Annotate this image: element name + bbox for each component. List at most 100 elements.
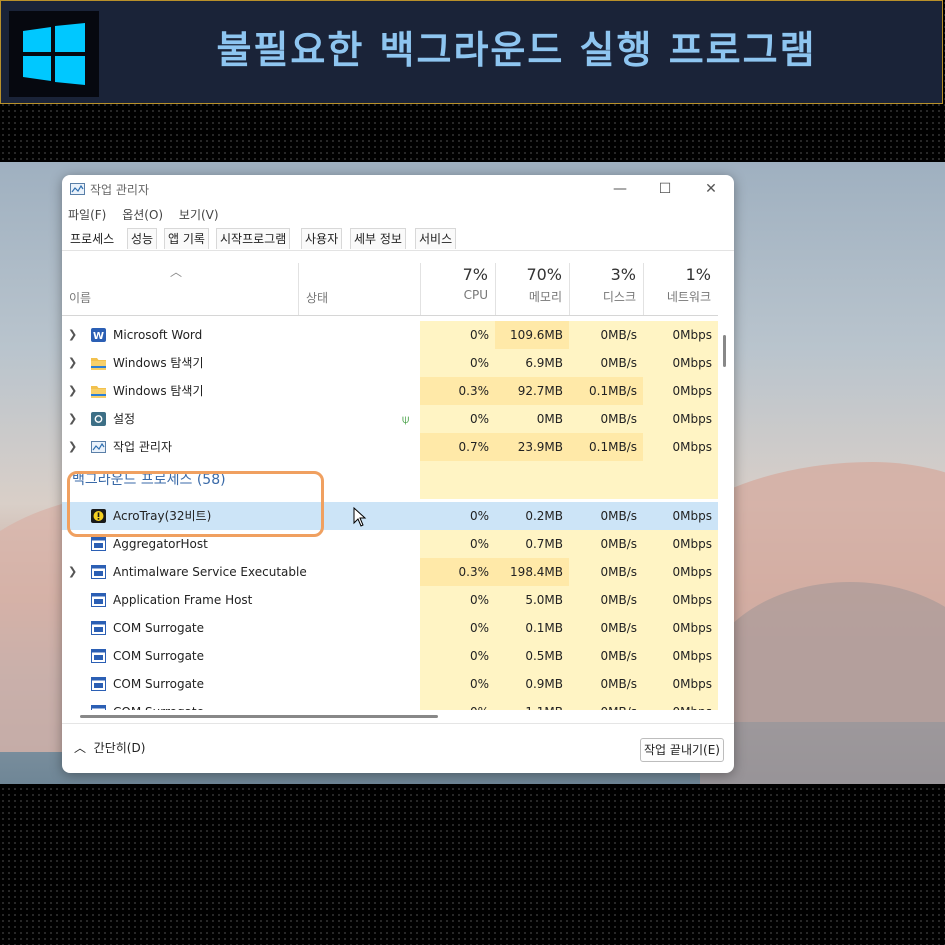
memory-value: 0.5MB (495, 642, 569, 670)
svg-text:W: W (93, 331, 104, 342)
cpu-value: 0% (420, 321, 495, 349)
minimize-button[interactable]: — (597, 178, 643, 200)
column-name[interactable]: 이름 (69, 289, 91, 306)
tab-app-history[interactable]: 앱 기록 (164, 228, 209, 249)
process-name: Application Frame Host (113, 593, 253, 607)
column-cpu[interactable]: 7% CPU (420, 263, 496, 315)
network-value: 0Mbps (643, 698, 718, 710)
process-icon (91, 677, 106, 691)
disk-value: 0MB/s (569, 670, 643, 698)
disk-value: 0MB/s (569, 558, 643, 586)
cpu-value: 0% (420, 670, 495, 698)
vertical-scrollbar[interactable] (723, 335, 726, 367)
collapse-button[interactable]: ︿ 간단히(D) (74, 739, 145, 756)
column-disk[interactable]: 3% 디스크 (569, 263, 644, 315)
expand-chevron-icon[interactable]: ❯ (68, 349, 77, 377)
process-row[interactable]: ❯ W Microsoft Word 0% 109.6MB 0MB/s 0Mbp… (62, 321, 718, 349)
tab-performance[interactable]: 성능 (127, 228, 158, 249)
memory-value: 0.7MB (495, 530, 569, 558)
column-memory[interactable]: 70% 메모리 (495, 263, 570, 315)
process-row[interactable]: ❯ Windows 탐색기 0% 6.9MB 0MB/s 0Mbps (62, 349, 718, 377)
process-name: Windows 탐색기 (113, 356, 204, 370)
column-network[interactable]: 1% 네트워크 (643, 263, 719, 315)
expand-chevron-icon[interactable]: ❯ (68, 405, 77, 433)
chevron-up-icon: ︿ (74, 741, 87, 755)
network-value: 0Mbps (643, 433, 718, 461)
menu-bar: 파일(F) 옵션(O) 보기(V) (68, 206, 231, 223)
menu-options[interactable]: 옵션(O) (122, 208, 163, 222)
word-icon: W (91, 328, 106, 342)
process-row[interactable]: ❯ 작업 관리자 0.7% 23.9MB 0.1MB/s 0Mbps (62, 433, 718, 461)
menu-view[interactable]: 보기(V) (179, 208, 219, 222)
network-value: 0Mbps (643, 349, 718, 377)
memory-value: 0.1MB (495, 614, 569, 642)
disk-value: 0MB/s (569, 586, 643, 614)
process-icon (91, 537, 106, 551)
menu-file[interactable]: 파일(F) (68, 208, 106, 222)
memory-percent: 70% (526, 265, 562, 284)
tab-strip: 프로세스 성능 앱 기록 시작프로그램 사용자 세부 정보 서비스 (62, 228, 734, 250)
disk-value: 0MB/s (569, 530, 643, 558)
tab-startup[interactable]: 시작프로그램 (216, 228, 291, 249)
tab-processes[interactable]: 프로세스 (66, 228, 119, 249)
network-value: 0Mbps (643, 321, 718, 349)
collapse-label: 간단히(D) (93, 741, 146, 755)
expand-chevron-icon[interactable]: ❯ (68, 377, 77, 405)
network-percent: 1% (685, 265, 711, 284)
process-row[interactable]: COM Surrogate 0% 0.5MB 0MB/s 0Mbps (62, 642, 718, 670)
expand-chevron-icon[interactable]: ❯ (68, 321, 77, 349)
banner-title: 불필요한 백그라운드 실행 프로그램 (216, 28, 817, 72)
end-task-button[interactable]: 작업 끝내기(E) (640, 738, 724, 762)
memory-value: 109.6MB (495, 321, 569, 349)
close-button[interactable]: ✕ (688, 178, 734, 200)
cpu-value: 0% (420, 586, 495, 614)
process-name: Antimalware Service Executable (113, 565, 307, 579)
tab-users[interactable]: 사용자 (301, 228, 343, 249)
tab-services[interactable]: 서비스 (415, 228, 457, 249)
network-value: 0Mbps (672, 509, 712, 523)
process-name: COM Surrogate (113, 677, 205, 691)
mouse-cursor-icon (353, 507, 367, 527)
disk-label: 디스크 (602, 290, 636, 304)
sort-caret-icon: ︿ (170, 265, 183, 279)
cpu-label: CPU (463, 288, 488, 302)
process-icon (91, 649, 106, 663)
process-row[interactable]: Application Frame Host 0% 5.0MB 0MB/s 0M… (62, 586, 718, 614)
process-row[interactable]: COM Surrogate 0% 0.9MB 0MB/s 0Mbps (62, 670, 718, 698)
process-name: Windows 탐색기 (113, 384, 204, 398)
memory-value: 6.9MB (495, 349, 569, 377)
disk-value: 0MB/s (569, 614, 643, 642)
cpu-value: 0.3% (420, 377, 495, 405)
disk-value: 0MB/s (569, 321, 643, 349)
highlight-box (67, 471, 324, 537)
process-row[interactable]: ❯ Antimalware Service Executable 0.3% 19… (62, 558, 718, 586)
cpu-percent: 7% (462, 265, 488, 284)
cpu-value: 0% (420, 530, 495, 558)
network-value: 0Mbps (643, 614, 718, 642)
maximize-button[interactable]: ☐ (642, 178, 688, 200)
task-manager-icon (70, 183, 85, 195)
process-name: 작업 관리자 (113, 440, 173, 454)
expand-chevron-icon[interactable]: ❯ (68, 433, 77, 461)
tab-details[interactable]: 세부 정보 (350, 228, 406, 249)
process-row[interactable]: ❯ 설정 ⍦ 0% 0MB 0MB/s 0Mbps (62, 405, 718, 433)
network-value: 0Mbps (643, 670, 718, 698)
process-icon (91, 705, 106, 710)
process-row[interactable]: COM Surrogate 0% 0.1MB 0MB/s 0Mbps (62, 614, 718, 642)
expand-chevron-icon[interactable]: ❯ (68, 558, 77, 586)
disk-value: 0MB/s (569, 405, 643, 433)
memory-label: 메모리 (528, 290, 562, 304)
desktop-screenshot: 작업 관리자 — ☐ ✕ 파일(F) 옵션(O) 보기(V) 프로세스 성능 앱… (0, 162, 945, 784)
process-row[interactable]: ❯ Windows 탐색기 0.3% 92.7MB 0.1MB/s 0Mbps (62, 377, 718, 405)
cpu-value: 0% (420, 614, 495, 642)
memory-value: 0.2MB (525, 509, 563, 523)
memory-value: 23.9MB (495, 433, 569, 461)
process-row[interactable]: COM Surrogate 0% 1.1MB 0MB/s 0Mbps (62, 698, 718, 710)
horizontal-scrollbar[interactable] (80, 715, 438, 718)
process-name: COM Surrogate (113, 698, 204, 710)
memory-value: 198.4MB (495, 558, 569, 586)
task-manager-icon (91, 441, 106, 453)
process-icon (91, 593, 106, 607)
column-status-cell[interactable]: 상태 (298, 263, 421, 315)
disk-value: 0MB/s (569, 698, 643, 710)
